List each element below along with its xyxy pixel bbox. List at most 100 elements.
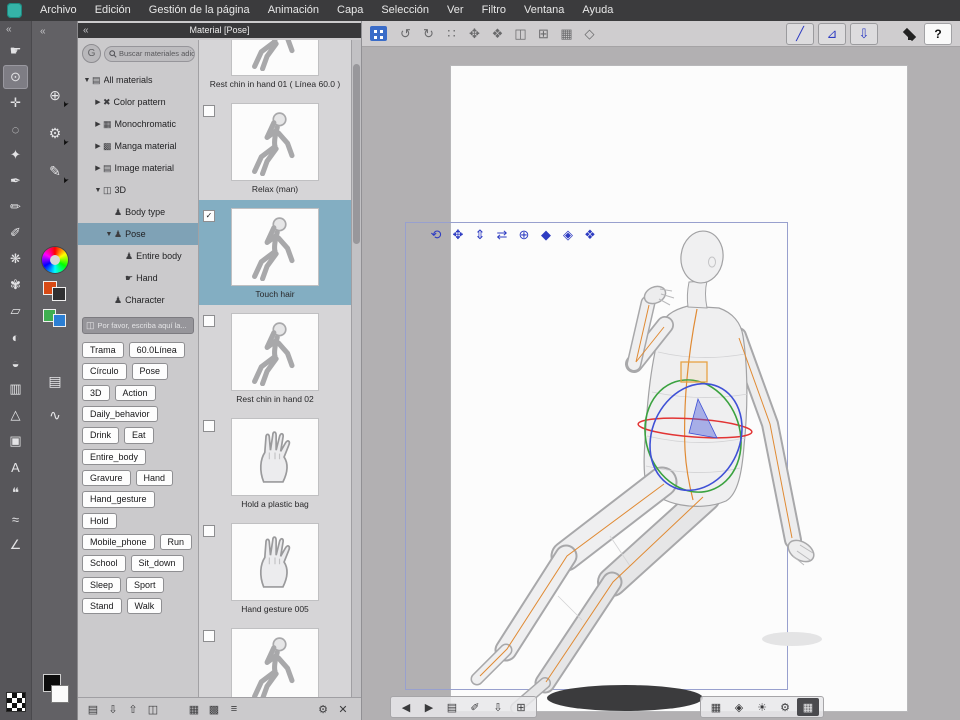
ruler-tool[interactable]: ∠	[3, 533, 28, 557]
tag-chip[interactable]: Walk	[126, 598, 163, 615]
material-list-item[interactable]: Hand gesture 005	[199, 515, 351, 620]
main-sub-color-swatch[interactable]	[43, 674, 69, 704]
color-wheel[interactable]	[42, 247, 68, 273]
menu-item[interactable]: Ayuda	[573, 0, 622, 21]
brush-tool[interactable]: ✐	[3, 221, 28, 245]
snap-ruler-icon[interactable]: ▦	[556, 24, 577, 44]
material-list-item[interactable]: Hold a plastic bag	[199, 410, 351, 515]
operation-tool[interactable]: ⊙	[3, 65, 28, 89]
pen-cursor-tool[interactable]: ✎	[42, 159, 68, 183]
color-slider-swatches[interactable]	[43, 309, 67, 327]
hand-tool[interactable]: ☛	[3, 39, 28, 63]
fill-tool[interactable]: ◒	[3, 351, 28, 375]
menu-item[interactable]: Capa	[328, 0, 372, 21]
airbrush-tool[interactable]: ❋	[3, 247, 28, 271]
tag-chip[interactable]: Eat	[124, 427, 154, 444]
tag-chip[interactable]: Entire_body	[82, 448, 147, 466]
move-canvas-icon[interactable]: ✥	[464, 24, 485, 44]
material-thumbnail[interactable]	[231, 208, 319, 286]
balloon-tool[interactable]: ❝	[3, 481, 28, 505]
material-tree-item[interactable]: ♟ Character	[78, 289, 198, 311]
menu-item[interactable]: Filtro	[473, 0, 515, 21]
frame-border-tool[interactable]: ▣	[3, 429, 28, 453]
tag-chip[interactable]: Daily_behavior	[82, 406, 158, 423]
material-tree-item[interactable]: ▶ ▩ Manga material	[78, 135, 198, 157]
scrollbar-thumb[interactable]	[353, 64, 360, 244]
disclosure-triangle-icon[interactable]: ▶	[93, 164, 103, 172]
tag-chip[interactable]: Hold	[82, 512, 117, 530]
material-checkbox[interactable]	[203, 630, 215, 642]
material-tree-item[interactable]: ♟ Entire body	[78, 245, 198, 267]
tag-chip[interactable]: Círculo	[82, 363, 127, 380]
light-source-icon[interactable]: ☀	[751, 698, 773, 716]
flip-horizontal-icon[interactable]: ◫	[510, 24, 531, 44]
thumbnail-small-icon[interactable]: ▩	[204, 703, 224, 716]
color-set-swatches[interactable]	[43, 281, 67, 301]
ground-settings-icon[interactable]: ⊞	[510, 698, 532, 716]
tag-chip[interactable]: Action	[114, 384, 156, 402]
next-pose-icon[interactable]: ▶	[418, 698, 440, 716]
paper-tool[interactable]: ▤	[42, 369, 68, 393]
material-checkbox[interactable]	[203, 315, 215, 327]
list-view-icon[interactable]: ≡	[224, 703, 244, 715]
material-list-scrollbar[interactable]	[351, 40, 361, 698]
disclosure-triangle-icon[interactable]: ▼	[82, 77, 92, 84]
tag-chip[interactable]: 3D	[82, 384, 110, 402]
menu-item[interactable]: Archivo	[31, 0, 86, 21]
material-tree-item[interactable]: ▶ ▦ Monochromatic	[78, 113, 198, 135]
move-layer-tool[interactable]: ✛	[3, 91, 28, 115]
tag-chip[interactable]: Hand	[135, 470, 174, 487]
transparent-color-swatch[interactable]	[5, 692, 26, 712]
spring-tool[interactable]: ∿	[42, 403, 68, 427]
material-tree-item[interactable]: ▶ ✖ Color pattern	[78, 91, 198, 113]
canvas-area[interactable]: ⟲ ✥ ⇕ ⇄ ⊕ ◆ ◈ ❖ ◀ ▶ ▤ ✐ ⇩ ⊞ ▦ ◈ ☀ ⚙ ▦	[362, 47, 960, 720]
import-pose-icon[interactable]: ⇩	[487, 698, 509, 716]
redo-icon[interactable]: ↻	[418, 24, 439, 44]
material-tree-item[interactable]: ▼ ▤ All materials	[78, 69, 198, 91]
text-tool[interactable]: A	[3, 455, 28, 479]
gizmo-orange-handle[interactable]	[680, 361, 708, 383]
register-material-icon[interactable]: ✐	[464, 698, 486, 716]
figure-tool[interactable]: △	[3, 403, 28, 427]
disclosure-triangle-icon[interactable]: ▼	[104, 231, 114, 238]
disclosure-triangle-icon[interactable]: ▶	[93, 142, 103, 150]
menu-item[interactable]: Ventana	[515, 0, 573, 21]
object-move-icon[interactable]: ⇄	[492, 226, 512, 244]
tag-chip[interactable]: Pose	[131, 363, 169, 380]
perspective-ruler-icon[interactable]: ╱	[786, 22, 814, 45]
special-ruler-icon[interactable]: ◇	[579, 24, 600, 44]
menu-item[interactable]: Ver	[438, 0, 473, 21]
material-tree-item[interactable]: ▼ ♟ Pose	[78, 223, 198, 245]
material-checkbox[interactable]	[203, 420, 215, 432]
model-structure-icon[interactable]: ◈	[728, 698, 750, 716]
material-list-item[interactable]: Rest chin in hand 02	[199, 305, 351, 410]
eraser-tool[interactable]: ▱	[3, 299, 28, 323]
tag-chip[interactable]: Mobile_phone	[82, 534, 155, 551]
collapse-panel-icon[interactable]: «	[32, 26, 46, 37]
pose-list-icon[interactable]: ▤	[441, 698, 463, 716]
tag-chip[interactable]: 60.0Línea	[128, 342, 185, 359]
import-3d-icon[interactable]: ⇩	[850, 22, 878, 45]
material-search-input[interactable]: Buscar materiales adic...	[104, 45, 195, 62]
gradient-tool[interactable]: ▥	[3, 377, 28, 401]
camera-pan-icon[interactable]: ✥	[448, 226, 468, 244]
help-button[interactable]: ?	[924, 22, 952, 45]
material-tree-item[interactable]: ▼ ◫ 3D	[78, 179, 198, 201]
decoration-tool[interactable]: ✾	[3, 273, 28, 297]
tag-chip[interactable]: Hand_gesture	[82, 491, 155, 508]
blend-tool[interactable]: ◐	[3, 325, 28, 349]
symmetry-ruler-icon[interactable]: ⊿	[818, 22, 846, 45]
material-checkbox[interactable]: ✓	[203, 210, 215, 222]
tag-chip[interactable]: Stand	[82, 598, 122, 615]
material-tree-item[interactable]: ☛ Hand	[78, 267, 198, 289]
tutorial-graduation-cap-icon[interactable]	[900, 26, 920, 42]
tag-search-input[interactable]: ◫ Por favor, escriba aquí la...	[82, 317, 194, 334]
pencil-tool[interactable]: ✏	[3, 195, 28, 219]
material-tree-item[interactable]: ▶ ▤ Image material	[78, 157, 198, 179]
mannequin-head[interactable]	[678, 229, 726, 286]
material-list-item[interactable]: ✓ Touch hair	[199, 200, 351, 305]
camera-zoom-icon[interactable]: ⇕	[470, 226, 490, 244]
material-thumbnail[interactable]	[231, 40, 319, 76]
material-thumbnail[interactable]	[231, 418, 319, 496]
model-settings-icon[interactable]: ❖	[580, 226, 600, 244]
